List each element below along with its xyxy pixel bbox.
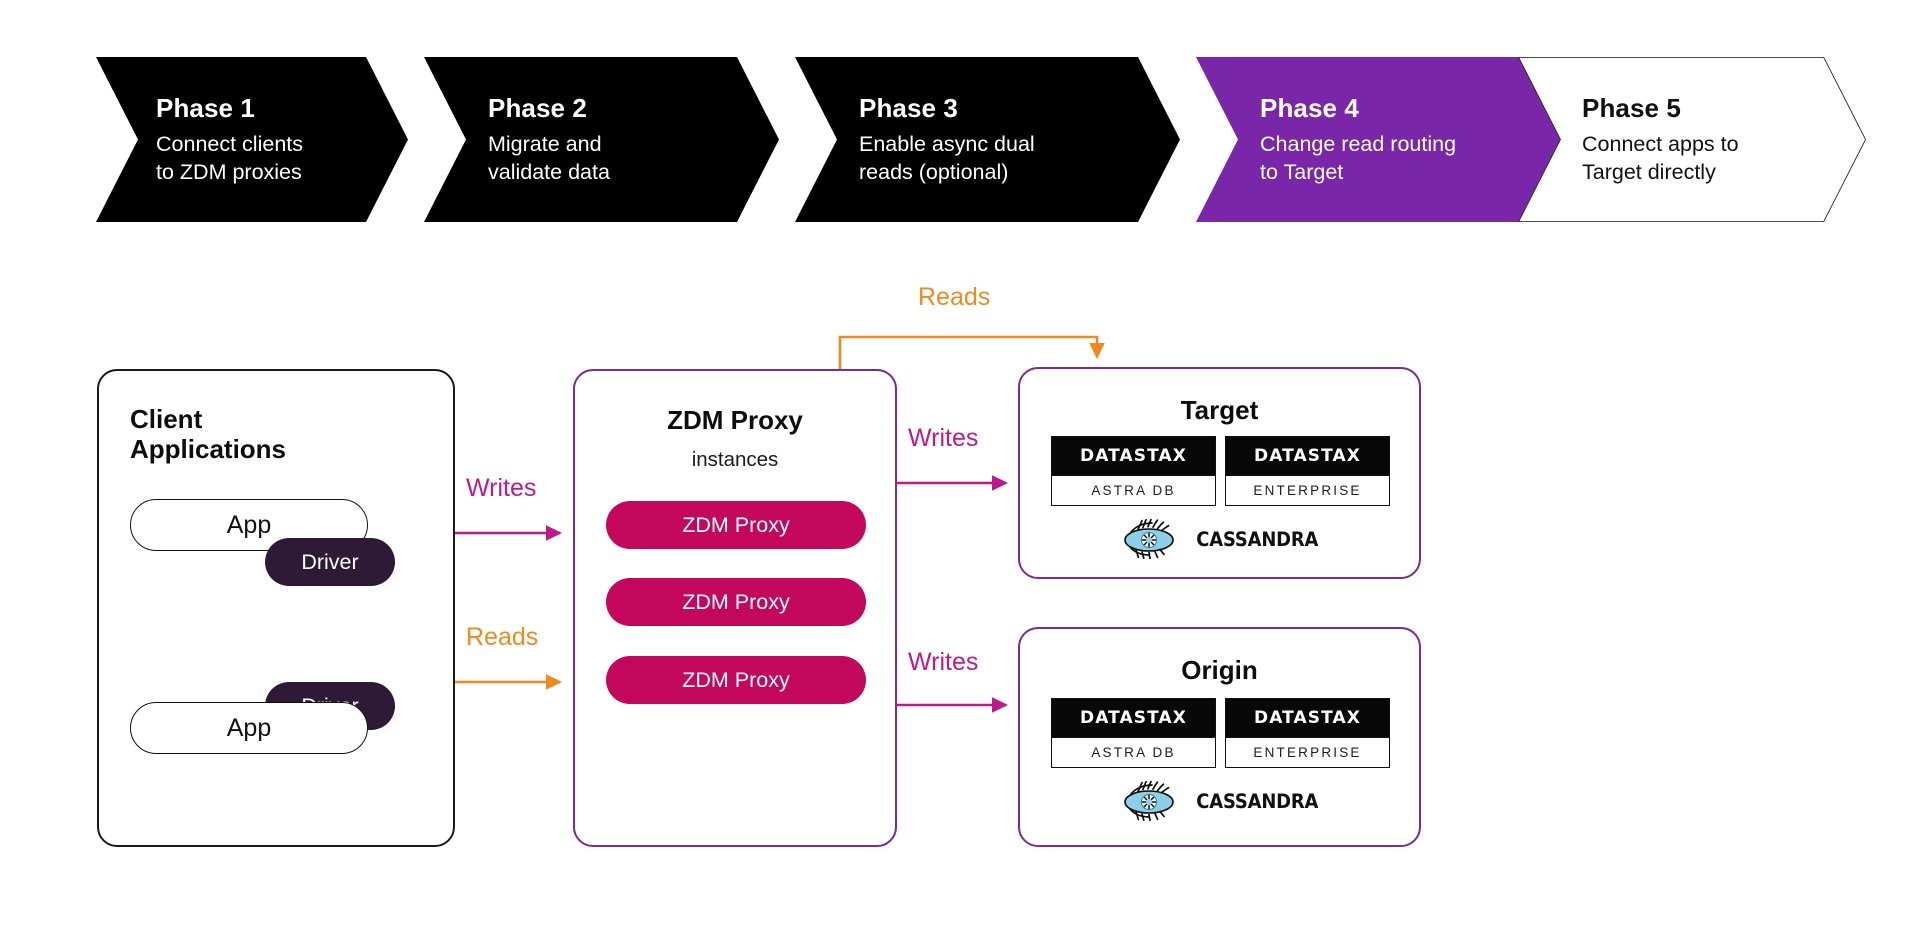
target-title: Target: [1180, 395, 1259, 425]
origin-panel: Origin DATASTAX ASTRA DB DATASTAX ENTERP…: [1018, 627, 1421, 847]
datastax-product-name: ASTRA DB: [1052, 737, 1215, 767]
datastax-wordmark-bar: DATASTAX: [1226, 437, 1389, 475]
origin-title: Origin: [1181, 655, 1258, 685]
client-applications-panel: Client Applications App Driver App Drive…: [97, 369, 455, 847]
target-product-logos: DATASTAX ASTRA DB DATASTAX ENTERPRISE: [1051, 436, 1390, 506]
zdm-proxy-title: ZDM Proxy: [667, 405, 803, 435]
datastax-enterprise-logo: DATASTAX ENTERPRISE: [1225, 436, 1390, 506]
zdm-proxy-instance-1: ZDM Proxy: [606, 501, 866, 549]
zdm-proxy-subtitle: instances: [691, 448, 779, 471]
zdm-proxy-instance-3: ZDM Proxy: [606, 656, 866, 704]
datastax-astra-db-logo: DATASTAX ASTRA DB: [1051, 436, 1216, 506]
cassandra-wordmark: CASSANDRA: [1196, 789, 1318, 813]
datastax-astra-db-logo: DATASTAX ASTRA DB: [1051, 698, 1216, 768]
zdm-proxy-instance-2: ZDM Proxy: [606, 578, 866, 626]
arrow-label-client-reads: Reads: [466, 623, 539, 651]
datastax-product-name: ENTERPRISE: [1226, 475, 1389, 505]
target-panel: Target DATASTAX ASTRA DB DATASTAX ENTERP…: [1018, 367, 1421, 579]
datastax-product-name: ENTERPRISE: [1226, 737, 1389, 767]
arrow-label-target-reads: Reads: [918, 283, 991, 311]
app-box-2: App: [130, 702, 368, 754]
arrow-label-origin-writes: Writes: [908, 648, 979, 676]
app-label: App: [226, 510, 272, 539]
datastax-wordmark-bar: DATASTAX: [1052, 437, 1215, 475]
zdm-proxy-instance-label: ZDM Proxy: [682, 667, 790, 692]
datastax-wordmark-bar: DATASTAX: [1052, 699, 1215, 737]
cassandra-eye-icon: [1123, 781, 1174, 821]
datastax-wordmark: DATASTAX: [1254, 446, 1361, 466]
datastax-wordmark: DATASTAX: [1254, 708, 1361, 728]
zdm-proxy-instance-label: ZDM Proxy: [682, 512, 790, 537]
driver-badge-1: Driver: [265, 538, 395, 586]
cassandra-eye-icon: [1123, 519, 1174, 559]
datastax-product-name: ASTRA DB: [1052, 475, 1215, 505]
datastax-wordmark-bar: DATASTAX: [1226, 699, 1389, 737]
cassandra-wordmark: CASSANDRA: [1196, 527, 1318, 551]
datastax-wordmark: DATASTAX: [1080, 708, 1187, 728]
driver-label: Driver: [301, 549, 359, 574]
zdm-proxy-panel: ZDM Proxy instances ZDM Proxy ZDM Proxy …: [573, 369, 897, 847]
architecture-diagram: Client Applications App Driver App Drive…: [0, 0, 1920, 943]
arrow-proxy-to-target-reads: [838, 335, 1105, 369]
app-label: App: [226, 713, 272, 742]
origin-product-logos: DATASTAX ASTRA DB DATASTAX ENTERPRISE: [1051, 698, 1390, 768]
target-cassandra-logo: CASSANDRA: [1020, 519, 1419, 559]
arrow-label-target-writes: Writes: [908, 424, 979, 452]
origin-cassandra-logo: CASSANDRA: [1020, 781, 1419, 821]
arrow-label-client-writes: Writes: [466, 474, 537, 502]
zdm-proxy-instance-label: ZDM Proxy: [682, 589, 790, 614]
datastax-enterprise-logo: DATASTAX ENTERPRISE: [1225, 698, 1390, 768]
datastax-wordmark: DATASTAX: [1080, 446, 1187, 466]
client-applications-title: Client Applications: [130, 404, 287, 465]
